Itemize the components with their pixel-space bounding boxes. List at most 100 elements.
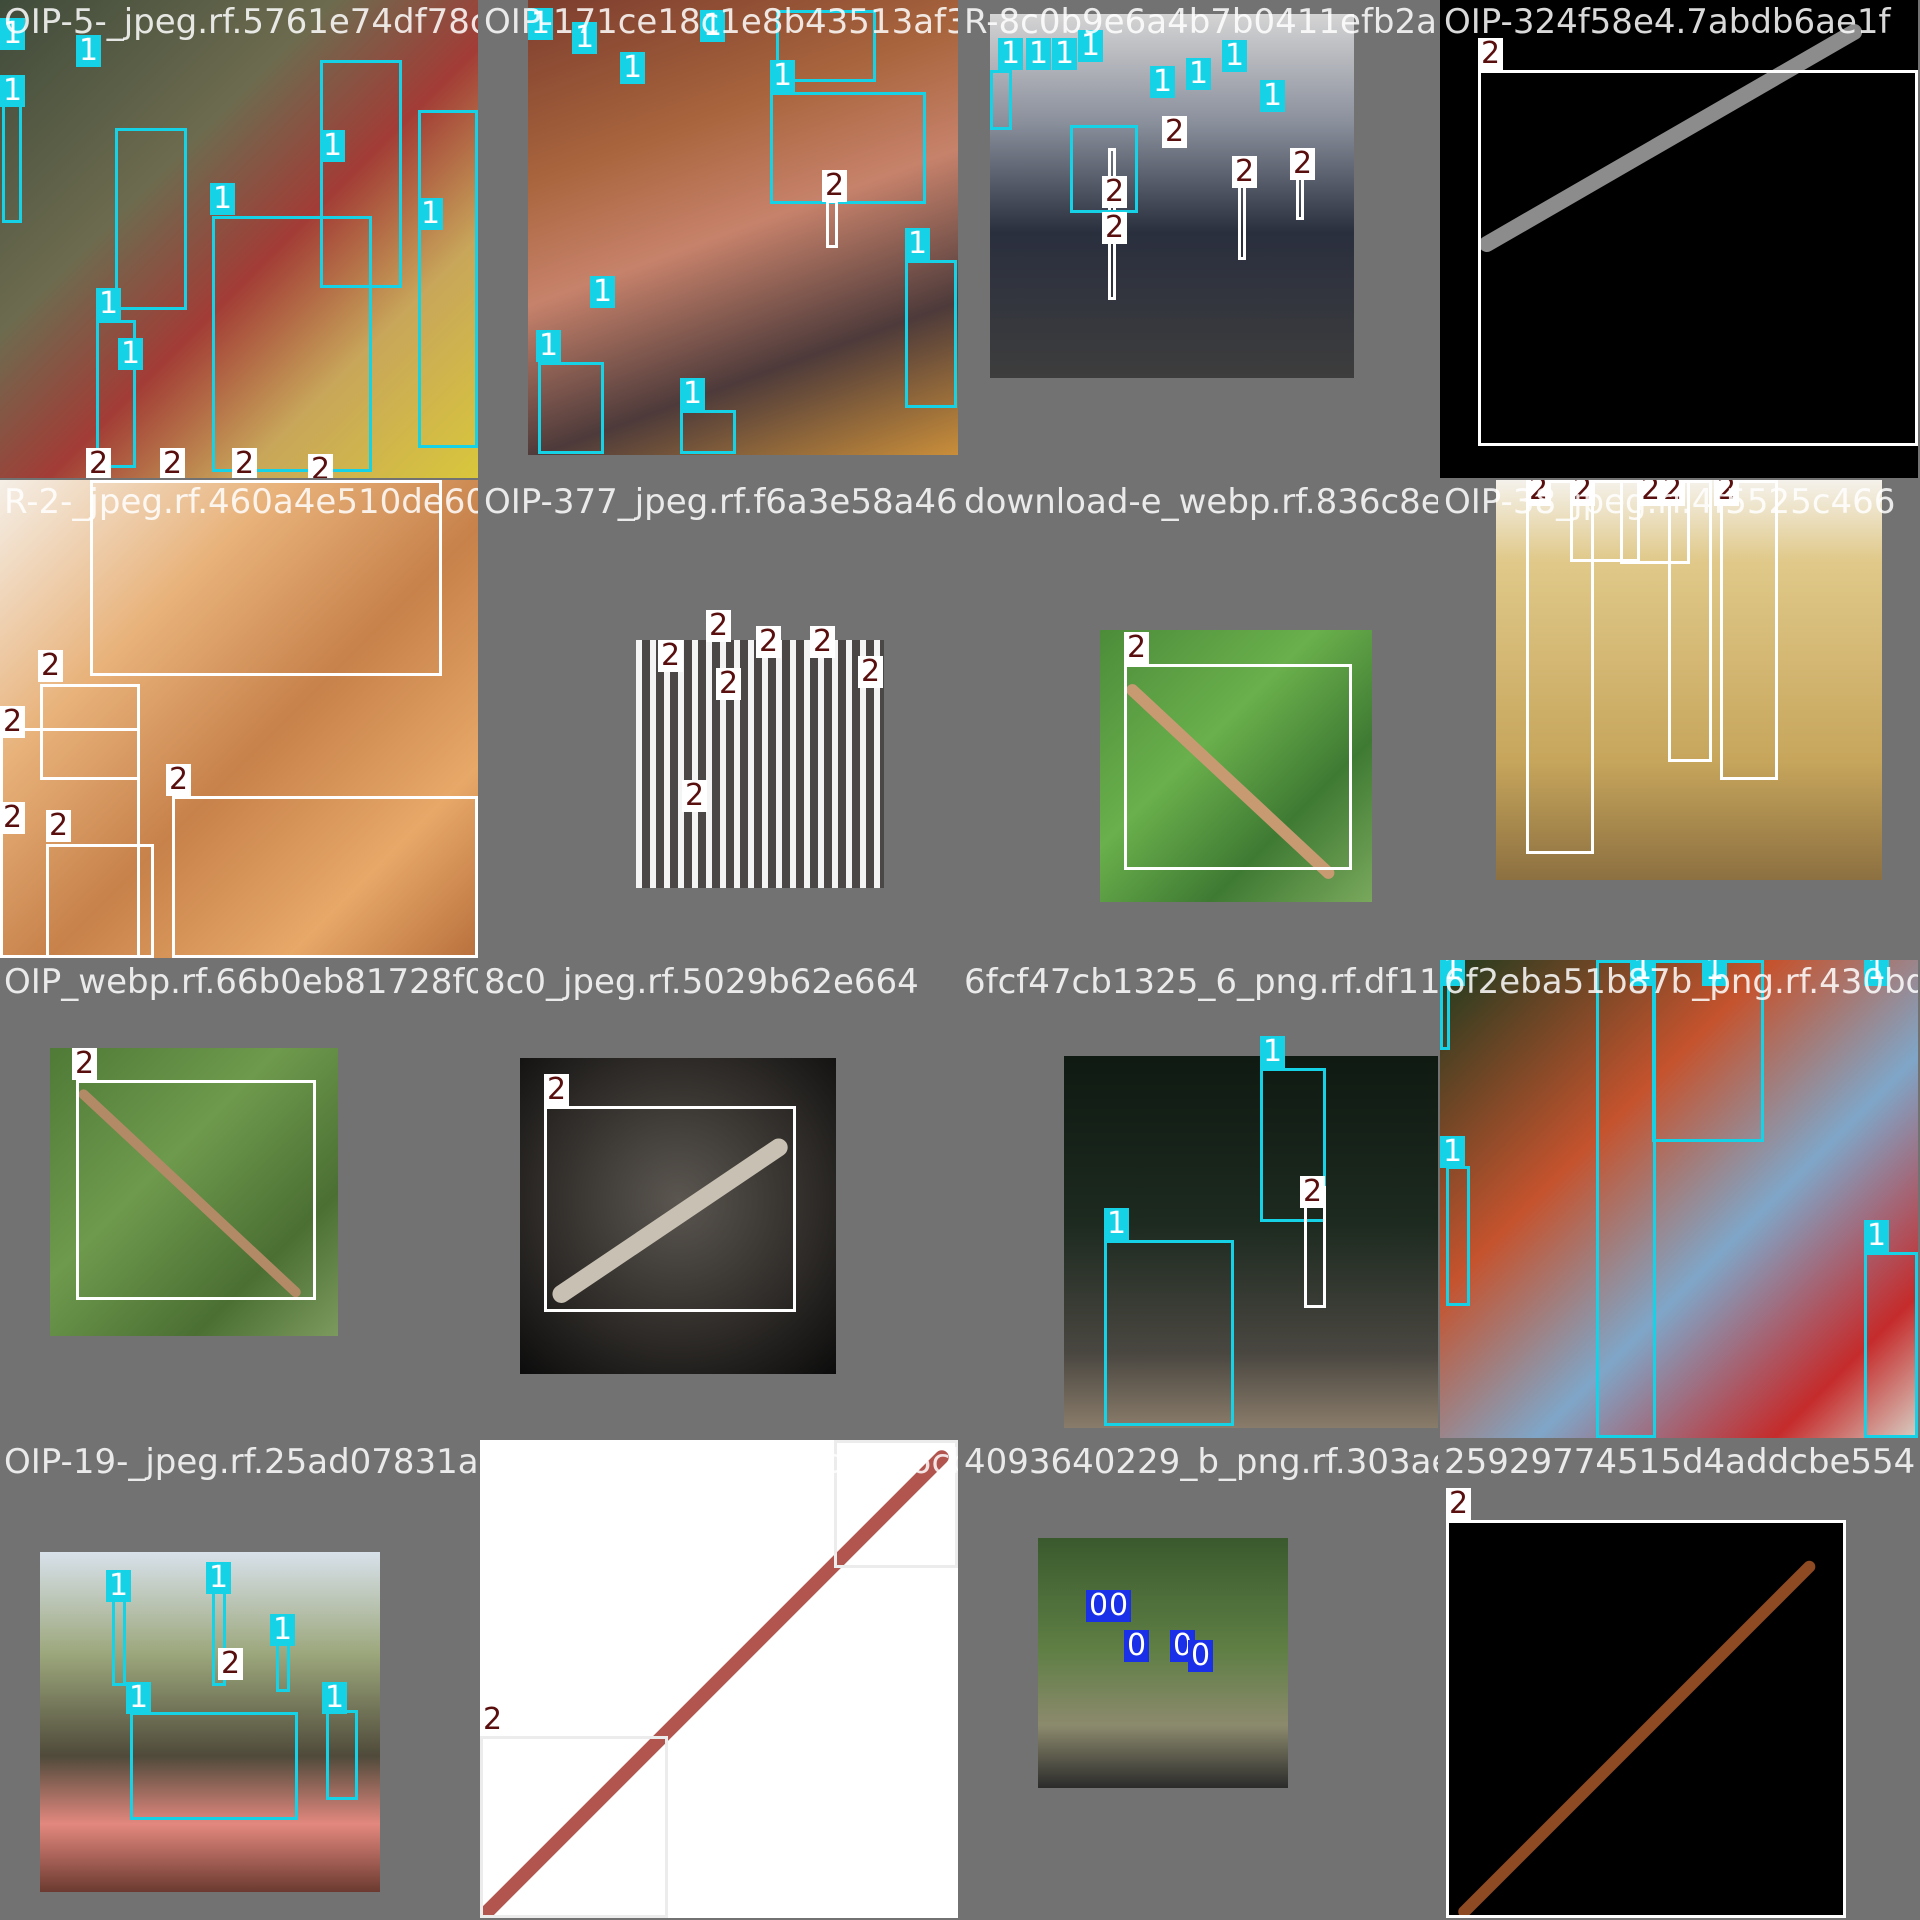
class-label: 2 [1102, 176, 1128, 208]
tile-filename: 8c0_jpeg.rf.5029b62e664 [484, 962, 919, 1002]
bbox [1446, 1520, 1846, 1918]
tile: 6fcf47cb1325_6_png.rf.df110d 1 1 2 [960, 960, 1438, 1438]
bbox [1104, 1240, 1234, 1426]
class-label: 2 [166, 764, 192, 796]
bbox [680, 410, 736, 454]
tile: OIP-19-_jpeg.rf.25ad07831a 1 1 1 1 1 2 [0, 1440, 478, 1918]
bbox [826, 200, 838, 248]
class-label: 2 [1660, 480, 1686, 506]
class-label: 2 [86, 448, 112, 478]
tile: OIP-377_jpeg.rf.f6a3e58a467dd93a48-e6a6 … [480, 480, 958, 958]
bbox [1720, 480, 1778, 780]
class-label: 2 [308, 454, 334, 478]
class-label: 2 [756, 626, 782, 658]
tile-filename: 25929774515d4addcbe554 [1444, 1442, 1916, 1482]
bbox [905, 260, 957, 408]
class-label: 1 [680, 378, 706, 410]
tile: OIP-171ce18c1e8b43513af382 1 1 1 1 1 1 1… [480, 0, 958, 478]
class-label: 2 [1290, 148, 1316, 180]
class-label: 2 [682, 780, 708, 812]
class-label: 1 [1078, 30, 1104, 62]
class-label: 0 [1106, 1590, 1132, 1622]
class-label: 2 [1162, 116, 1188, 148]
tile-photo [1038, 1538, 1288, 1788]
class-label: 1 [118, 338, 144, 370]
tile-photo [636, 640, 884, 888]
bbox [1478, 70, 1918, 446]
bbox [1124, 664, 1352, 870]
class-label: 1 [572, 22, 598, 54]
bbox [76, 1080, 316, 1300]
bbox [320, 60, 402, 288]
bbox [834, 1440, 958, 1568]
bbox [544, 1106, 796, 1312]
class-label: 2 [0, 802, 26, 834]
class-label: 1 [1186, 58, 1212, 90]
bbox [1596, 960, 1656, 1438]
class-label: 1 [320, 130, 346, 162]
class-label: 2 [544, 1074, 570, 1106]
class-label: 1 [1052, 38, 1078, 70]
class-label: 2 [38, 650, 64, 682]
class-label: 2 [46, 810, 72, 842]
tile: 6f2eba51b87b_png.rf.430bd 1 1 1 1 1 1 [1440, 960, 1918, 1438]
class-label: 2 [480, 1704, 506, 1736]
class-label: 1 [210, 183, 236, 215]
class-label: 1 [1104, 1208, 1130, 1240]
class-label: 1 [322, 1682, 348, 1714]
bbox [172, 796, 478, 958]
class-label: 2 [810, 626, 836, 658]
class-label: 2 [1300, 1176, 1326, 1208]
bbox [90, 480, 442, 676]
tile-filename: download-e_webp.rf.836c8e0 [964, 482, 1438, 522]
class-label: 1 [76, 35, 102, 67]
mosaic-grid: OIP-5-_jpeg.rf.5761e74df78c0f7ccc18c1e8b… [0, 0, 1920, 1920]
bbox [1668, 480, 1712, 762]
class-label: 1 [700, 10, 726, 42]
class-label: 1 [1702, 960, 1728, 986]
class-label: 1 [1260, 1036, 1286, 1068]
class-label: 0 [1124, 1630, 1150, 1662]
class-label: 1 [1864, 960, 1890, 986]
tile: R-38_jpeg.rf.1895c2d72a6cb 2 2 [480, 1440, 958, 1918]
bbox [1864, 1252, 1918, 1438]
tile: download-e_webp.rf.836c8e0 2 [960, 480, 1438, 958]
class-label: 1 [1440, 960, 1466, 986]
bbox [115, 128, 187, 310]
bbox [130, 1712, 298, 1820]
tile-filename: 6fcf47cb1325_6_png.rf.df110d [964, 962, 1438, 1002]
bbox [326, 1710, 358, 1800]
class-label: 2 [232, 448, 258, 478]
tile: OIP-38_jpeg.rf.4f5525c466 2 2 2 2 2 [1440, 480, 1918, 958]
class-label: 1 [1864, 1220, 1890, 1252]
bbox [480, 1736, 668, 1918]
class-label: 1 [1440, 1136, 1466, 1168]
class-label: 1 [1260, 80, 1286, 112]
class-label: 1 [418, 198, 444, 230]
tile: OIP-5-_jpeg.rf.5761e74df78c0f7ccc18c1e8b… [0, 0, 478, 478]
class-label: 2 [0, 706, 26, 738]
tile: R-2-_jpeg.rf.460a4e510de60 2 2 2 2 2 [0, 480, 478, 958]
class-label: 1 [270, 1614, 296, 1646]
class-label: 2 [858, 656, 884, 688]
tile: OIP_webp.rf.66b0eb81728f099356 2 [0, 960, 478, 1438]
class-label: 2 [1232, 156, 1258, 188]
class-label: 1 [998, 38, 1024, 70]
class-label: 1 [1222, 40, 1248, 72]
tile: 4093640229_b_png.rf.303aef25 0 0 0 0 0 [960, 1440, 1438, 1918]
class-label: 2 [716, 668, 742, 700]
class-label: 1 [1630, 960, 1656, 986]
class-label: 1 [126, 1682, 152, 1714]
tile: OIP-324f58e4.7abdb6ae1f 2 [1440, 0, 1918, 478]
class-label: 1 [0, 18, 26, 50]
class-label: 1 [206, 1562, 232, 1594]
class-label: 2 [1446, 1488, 1472, 1520]
class-label: 1 [106, 1570, 132, 1602]
class-label: 1 [96, 288, 122, 320]
class-label: 2 [706, 610, 732, 642]
class-label: 1 [1150, 66, 1176, 98]
class-label: 2 [822, 170, 848, 202]
class-label: 1 [590, 276, 616, 308]
class-label: 2 [1478, 38, 1504, 70]
tile: 25929774515d4addcbe554 2 [1440, 1440, 1918, 1918]
